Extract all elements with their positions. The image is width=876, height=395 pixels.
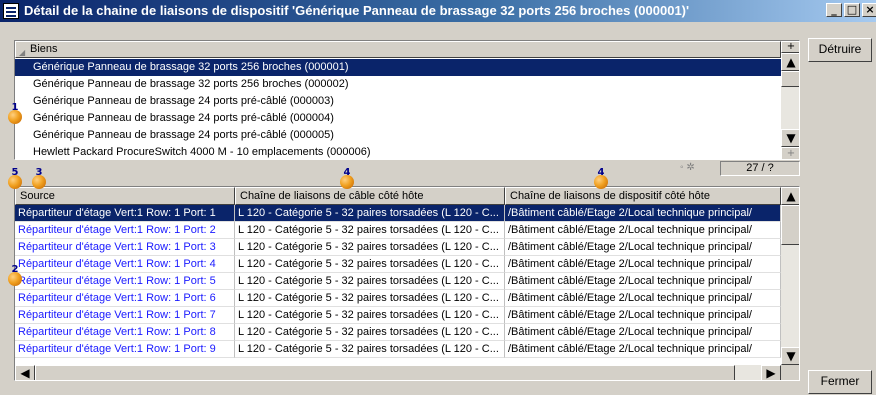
grid-row[interactable]: Répartiteur d'étage Vert:1 Row: 1 Port: … [15,307,781,324]
asset-row[interactable]: Générique Panneau de brassage 24 ports p… [15,110,781,127]
grid-row[interactable]: Répartiteur d'étage Vert:1 Row: 1 Port: … [15,290,781,307]
grid-row[interactable]: Répartiteur d'étage Vert:1 Row: 1 Port: … [15,273,781,290]
grid-row[interactable]: Répartiteur d'étage Vert:1 Row: 1 Port: … [15,324,781,341]
cable-chain-cell[interactable]: L 120 - Catégorie 5 - 32 paires torsadée… [235,290,505,307]
device-chain-cell[interactable]: /Bâtiment câblé/Etage 2/Local technique … [505,290,781,307]
callout-marker-4-device: 4 [594,167,608,189]
grid-row-selected[interactable]: Répartiteur d'étage Vert:1 Row: 1 Port: … [15,205,781,222]
grid-row[interactable]: Répartiteur d'étage Vert:1 Row: 1 Port: … [15,222,781,239]
cable-chain-cell[interactable]: L 120 - Catégorie 5 - 32 paires torsadée… [235,222,505,239]
minimize-button[interactable]: _ [826,3,842,17]
asset-row[interactable]: Générique Panneau de brassage 32 ports 2… [15,76,781,93]
device-chain-cell[interactable]: /Bâtiment câblé/Etage 2/Local technique … [505,205,781,222]
asset-row[interactable]: Générique Panneau de brassage 24 ports p… [15,93,781,110]
grid-row[interactable]: Répartiteur d'étage Vert:1 Row: 1 Port: … [15,256,781,273]
cable-chain-cell[interactable]: L 120 - Catégorie 5 - 32 paires torsadée… [235,205,505,222]
refresh-icon[interactable]: ◦ ✲ [680,162,695,173]
scroll-up-arrow-icon[interactable]: ▲ [781,187,799,205]
cable-chain-cell[interactable]: L 120 - Catégorie 5 - 32 paires torsadée… [235,324,505,341]
grid-row[interactable]: Répartiteur d'étage Vert:1 Row: 1 Port: … [15,341,781,358]
callout-marker-1: 1 [8,102,22,124]
device-chain-cell[interactable]: /Bâtiment câblé/Etage 2/Local technique … [505,341,781,358]
maximize-button[interactable]: □ [844,3,860,17]
grid-vscroll-thumb[interactable] [781,205,799,245]
grid-header: Source Chaîne de liaisons de câble côté … [15,187,781,205]
asset-row[interactable]: Hewlett Packard ProcureSwitch 4000 M - 1… [15,144,781,159]
source-cell[interactable]: Répartiteur d'étage Vert:1 Row: 1 Port: … [15,239,235,256]
assets-status-bar: ◦ ✲ 27 / ? [14,160,800,178]
record-counter: 27 / ? [720,161,800,176]
asset-row[interactable]: Générique Panneau de brassage 24 ports p… [15,127,781,144]
window-title: Détail de la chaine de liaisons de dispo… [24,3,690,18]
assets-vertical-scrollbar[interactable]: + ▲ ▼ + [781,41,799,159]
cable-chain-cell[interactable]: L 120 - Catégorie 5 - 32 paires torsadée… [235,341,505,358]
source-cell[interactable]: Répartiteur d'étage Vert:1 Row: 1 Port: … [15,341,235,358]
plus-icon[interactable]: + [781,147,799,159]
scrollbar-corner [781,365,799,380]
assets-list-header[interactable]: ◢ Biens [15,41,781,58]
device-chain-cell[interactable]: /Bâtiment câblé/Etage 2/Local technique … [505,273,781,290]
callout-marker-2: 2 [8,264,22,286]
callout-marker-3: 3 [32,167,46,189]
source-cell[interactable]: Répartiteur d'étage Vert:1 Row: 1 Port: … [15,205,235,222]
grid-vertical-scrollbar[interactable]: ▲ ▼ [781,187,799,365]
cable-chain-cell[interactable]: L 120 - Catégorie 5 - 32 paires torsadée… [235,256,505,273]
cable-chain-cell[interactable]: L 120 - Catégorie 5 - 32 paires torsadée… [235,273,505,290]
device-chain-cell[interactable]: /Bâtiment câblé/Etage 2/Local technique … [505,239,781,256]
scroll-left-arrow-icon[interactable]: ◀ [15,365,35,380]
asset-row-selected[interactable]: Générique Panneau de brassage 32 ports 2… [15,59,781,76]
scroll-up-arrow-icon[interactable]: ▲ [781,53,799,71]
source-cell[interactable]: Répartiteur d'étage Vert:1 Row: 1 Port: … [15,307,235,324]
close-button[interactable]: × [862,3,876,17]
title-bar[interactable]: Détail de la chaine de liaisons de dispo… [0,0,876,22]
assets-scroll-thumb[interactable] [781,71,799,87]
column-header-source[interactable]: Source [15,187,235,205]
assets-column-label: Biens [30,43,58,55]
assets-list[interactable]: ◢ Biens Générique Panneau de brassage 32… [14,40,800,160]
plus-icon[interactable]: + [781,41,799,53]
source-cell[interactable]: Répartiteur d'étage Vert:1 Row: 1 Port: … [15,273,235,290]
callout-marker-4-cable: 4 [340,167,354,189]
app-window-icon[interactable] [3,3,19,19]
cable-chain-cell[interactable]: L 120 - Catégorie 5 - 32 paires torsadée… [235,239,505,256]
scroll-down-arrow-icon[interactable]: ▼ [781,129,799,147]
grid-row[interactable]: Répartiteur d'étage Vert:1 Row: 1 Port: … [15,239,781,256]
grid-horizontal-scrollbar[interactable]: ◀ ▶ [15,365,781,380]
source-cell[interactable]: Répartiteur d'étage Vert:1 Row: 1 Port: … [15,222,235,239]
scroll-right-arrow-icon[interactable]: ▶ [761,365,781,380]
source-cell[interactable]: Répartiteur d'étage Vert:1 Row: 1 Port: … [15,324,235,341]
device-chain-cell[interactable]: /Bâtiment câblé/Etage 2/Local technique … [505,307,781,324]
column-header-device-chain[interactable]: Chaîne de liaisons de dispositif côté hô… [505,187,781,205]
cable-chain-cell[interactable]: L 120 - Catégorie 5 - 32 paires torsadée… [235,307,505,324]
fermer-button[interactable]: Fermer [808,370,872,394]
device-chain-cell[interactable]: /Bâtiment câblé/Etage 2/Local technique … [505,222,781,239]
source-cell[interactable]: Répartiteur d'étage Vert:1 Row: 1 Port: … [15,290,235,307]
detruire-button[interactable]: Détruire [808,38,872,62]
device-chain-cell[interactable]: /Bâtiment câblé/Etage 2/Local technique … [505,324,781,341]
device-chain-cell[interactable]: /Bâtiment câblé/Etage 2/Local technique … [505,256,781,273]
callout-marker-5: 5 [8,167,22,189]
sort-indicator-icon: ◢ [19,48,26,57]
column-header-cable-chain[interactable]: Chaîne de liaisons de câble côté hôte [235,187,505,205]
links-grid[interactable]: Source Chaîne de liaisons de câble côté … [14,186,800,381]
grid-hscroll-thumb[interactable] [35,365,735,380]
scroll-down-arrow-icon[interactable]: ▼ [781,347,799,365]
source-cell[interactable]: Répartiteur d'étage Vert:1 Row: 1 Port: … [15,256,235,273]
